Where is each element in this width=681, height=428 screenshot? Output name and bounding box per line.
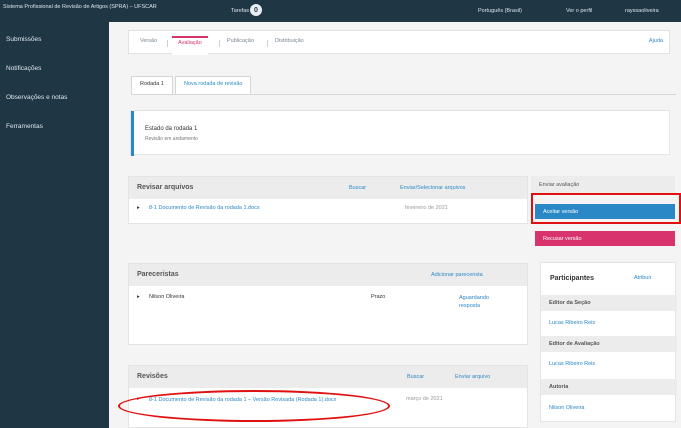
participant-group: Autoria [541, 379, 677, 395]
sidebar-item-notes[interactable]: Observações e notas [0, 87, 109, 109]
expand-icon[interactable]: ▸ [137, 294, 140, 300]
panel-header: Revisões Buscar Enviar arquivo [129, 366, 527, 388]
tab-divider [267, 40, 268, 47]
actions-header: Enviar avaliação [531, 176, 675, 194]
tab-divider [219, 40, 220, 47]
reviewers-panel: Pareceristas Adicionar parecerista ▸ Nil… [128, 263, 528, 345]
app-title[interactable]: Sistema Profissional de Revisão de Artig… [3, 4, 203, 11]
language-selector[interactable]: Português (Brasil) [478, 8, 522, 14]
divider [131, 94, 676, 95]
tab-divider [167, 40, 168, 47]
participant-member[interactable]: Lucas Ribeiro Reis [549, 320, 595, 326]
participants-title: Participantes [550, 275, 594, 282]
search-button[interactable]: Buscar [349, 185, 366, 191]
panel-header: Revisar arquivos Buscar Enviar/Seleciona… [129, 177, 527, 199]
panel-title: Revisões [137, 373, 168, 380]
tasks-link[interactable]: Tarefas [231, 8, 249, 14]
view-profile-link[interactable]: Ver o perfil [566, 8, 592, 14]
revision-file-date: março de 2021 [406, 396, 443, 402]
decline-button[interactable]: Recusar versão [535, 231, 675, 246]
top-bar: Sistema Profissional de Revisão de Artig… [0, 0, 681, 22]
participant-member[interactable]: Lucas Ribeiro Reis [549, 361, 595, 367]
participant-group: Editor da Seção [541, 295, 677, 311]
highlight-rectangle [531, 193, 681, 224]
search-button[interactable]: Buscar [407, 374, 424, 380]
reviewer-status-link[interactable]: Aguardando resposta [459, 294, 499, 310]
panel-title: Pareceristas [137, 271, 179, 278]
user-menu[interactable]: rayssaoliveira [625, 8, 659, 14]
tab-review[interactable]: Avaliação [172, 36, 208, 55]
status-accent-bar [131, 111, 134, 156]
reviewer-due: Prazo [371, 294, 386, 300]
upload-file-button[interactable]: Enviar arquivo [455, 374, 490, 380]
participant-group: Editor de Avaliação [541, 336, 677, 352]
assign-participant-button[interactable]: Atribuir [634, 275, 651, 281]
help-button[interactable]: Ajuda [649, 38, 663, 44]
sidebar-item-notifications[interactable]: Notificações [0, 58, 109, 80]
tab-submission[interactable]: Versão [140, 38, 157, 44]
reviewer-name: Nilson Oliveira [149, 294, 185, 300]
new-round-button[interactable]: Nova rodada de revisão [175, 76, 252, 95]
add-reviewer-button[interactable]: Adicionar parecerista [431, 272, 483, 278]
upload-files-button[interactable]: Enviar/Selecionar arquivos [400, 185, 465, 191]
tab-publication[interactable]: Publicação [227, 38, 254, 44]
tab-round-1[interactable]: Rodada 1 [131, 76, 173, 95]
file-link[interactable]: 8-1 Documento de Revisão da rodada 1.doc… [149, 205, 260, 211]
review-files-panel: Revisar arquivos Buscar Enviar/Seleciona… [128, 176, 528, 224]
sidebar-item-submissions[interactable]: Submissões [0, 29, 109, 51]
tab-distribution[interactable]: Distribuição [275, 38, 304, 44]
workflow-tabs: Versão Avaliação Publicação Distribuição… [128, 30, 670, 55]
round-status-box: Estado da rodada 1 Revisão em andamento [130, 110, 670, 156]
round-status-text: Revisão em andamento [145, 136, 198, 142]
file-date: fevereiro de 2021 [405, 205, 448, 211]
tasks-count-badge[interactable]: 0 [250, 4, 262, 16]
panel-title: Revisar arquivos [137, 184, 194, 191]
round-status-title: Estado da rodada 1 [145, 126, 198, 132]
highlight-oval [118, 390, 390, 422]
sidebar-item-tools[interactable]: Ferramentas [0, 116, 109, 138]
participants-panel: Participantes Atribuir Editor da Seção L… [540, 262, 677, 422]
participant-member[interactable]: Nilson Oliveira [549, 405, 584, 411]
expand-icon[interactable]: ▸ [137, 205, 140, 211]
panel-header: Pareceristas Adicionar parecerista [129, 264, 527, 286]
sidebar: Submissões Notificações Observações e no… [0, 22, 109, 428]
